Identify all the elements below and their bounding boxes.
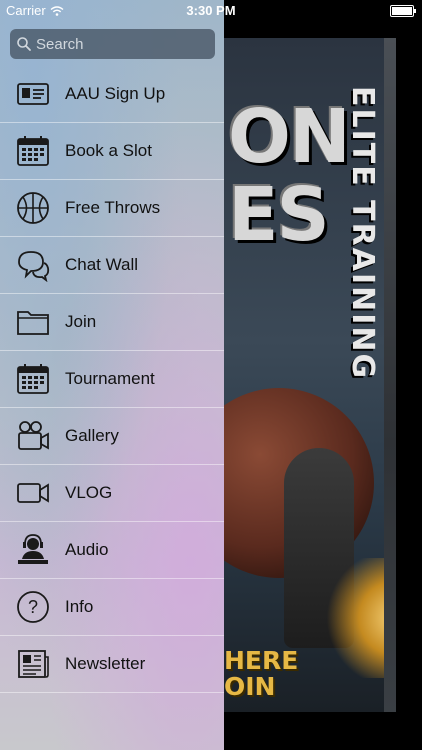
menu-item-info[interactable]: ? Info bbox=[0, 579, 224, 636]
menu-item-label: Chat Wall bbox=[65, 255, 139, 274]
video-camera-icon bbox=[16, 419, 50, 453]
menu-item-join[interactable]: Join bbox=[0, 294, 224, 351]
search-input[interactable] bbox=[36, 35, 206, 53]
chat-bubbles-icon bbox=[16, 248, 50, 282]
menu-item-book-a-slot[interactable]: Book a Slot bbox=[0, 123, 224, 180]
camcorder-icon bbox=[16, 476, 50, 510]
background-poster: ON ES ELITE TRAINING HERE OIN bbox=[224, 38, 396, 712]
menu-item-label: Newsletter bbox=[65, 654, 146, 673]
battery-icon bbox=[390, 5, 416, 17]
svg-text:?: ? bbox=[28, 597, 38, 617]
menu-item-newsletter[interactable]: Newsletter bbox=[0, 636, 224, 693]
menu-item-label: Free Throws bbox=[65, 198, 161, 217]
search-bar[interactable] bbox=[10, 29, 215, 59]
status-bar: Carrier 3:30 PM bbox=[0, 0, 422, 20]
menu-item-label: Join bbox=[65, 312, 97, 331]
menu-item-free-throws[interactable]: Free Throws bbox=[0, 180, 224, 237]
question-icon: ? bbox=[16, 590, 50, 624]
poster-vertical-text: ELITE TRAINING bbox=[345, 86, 380, 381]
menu-item-vlog[interactable]: VLOG bbox=[0, 465, 224, 522]
menu-list: AAU Sign Up Book a Slot Free Throws Chat… bbox=[0, 66, 224, 693]
newspaper-icon bbox=[16, 647, 50, 681]
headset-user-icon bbox=[16, 533, 50, 567]
menu-item-label: Info bbox=[65, 597, 94, 616]
basketball-icon bbox=[16, 191, 50, 225]
folder-icon bbox=[16, 305, 50, 339]
menu-item-chat-wall[interactable]: Chat Wall bbox=[0, 237, 224, 294]
poster-cta: HERE OIN bbox=[224, 646, 299, 701]
menu-item-label: AAU Sign Up bbox=[65, 84, 166, 103]
status-time: 3:30 PM bbox=[186, 3, 236, 18]
menu-item-label: Audio bbox=[65, 540, 109, 559]
id-card-icon bbox=[16, 77, 50, 111]
menu-item-tournament[interactable]: Tournament bbox=[0, 351, 224, 408]
poster-title: ON ES bbox=[228, 94, 351, 258]
calendar-icon bbox=[16, 362, 50, 396]
menu-item-label: VLOG bbox=[65, 483, 113, 502]
menu-item-audio[interactable]: Audio bbox=[0, 522, 224, 579]
menu-item-label: Gallery bbox=[65, 426, 119, 445]
calendar-icon bbox=[16, 134, 50, 168]
search-icon bbox=[17, 37, 31, 51]
poster-frame bbox=[384, 38, 396, 712]
menu-item-gallery[interactable]: Gallery bbox=[0, 408, 224, 465]
menu-item-label: Book a Slot bbox=[65, 141, 152, 160]
menu-item-aau-sign-up[interactable]: AAU Sign Up bbox=[0, 66, 224, 123]
menu-item-label: Tournament bbox=[65, 369, 155, 388]
side-menu: AAU Sign Up Book a Slot Free Throws Chat… bbox=[0, 0, 224, 750]
